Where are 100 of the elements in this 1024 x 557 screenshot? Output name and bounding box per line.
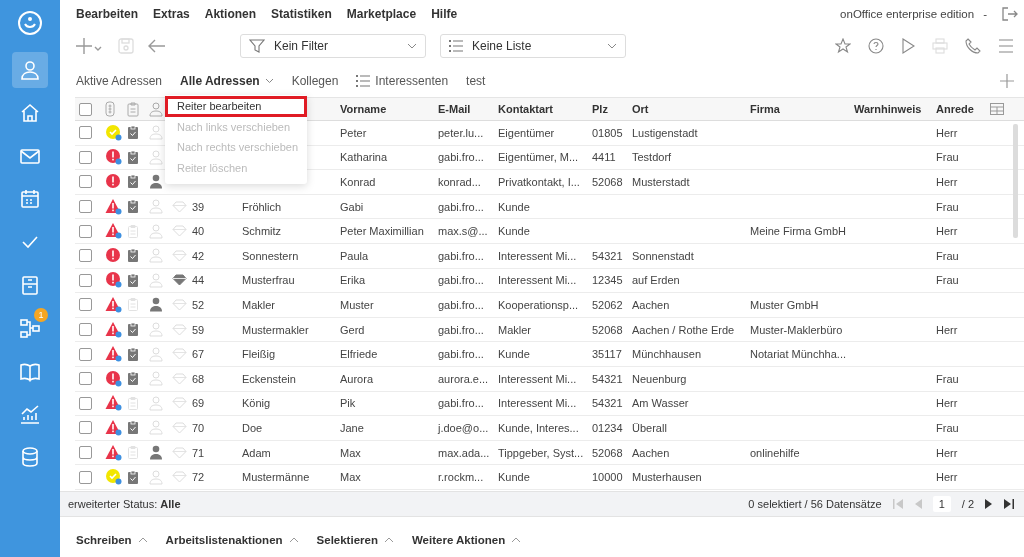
column-header[interactable]: Plz [588, 103, 628, 115]
list-icon [356, 75, 371, 87]
anrede-cell: Frau [936, 421, 959, 434]
menu-icon[interactable] [998, 39, 1014, 53]
notification-badge: 1 [34, 308, 48, 322]
row-checkbox[interactable] [79, 298, 92, 312]
ort-cell: Aachen [632, 446, 670, 459]
phone-icon[interactable] [965, 38, 981, 54]
firma-cell: onlinehilfe [750, 446, 800, 459]
clipboard-icon [127, 101, 139, 117]
row-checkbox[interactable] [79, 323, 92, 337]
ort-cell: Am Wasser [632, 397, 689, 410]
name-cell: Mustermakler [242, 323, 309, 336]
logout-icon[interactable] [1002, 6, 1018, 21]
number-cell: 52 [192, 298, 205, 311]
star-icon[interactable] [835, 38, 851, 54]
row-checkbox[interactable] [79, 175, 92, 189]
e-mail-cell: aurora.e... [438, 372, 489, 385]
back-arrow-icon[interactable] [148, 39, 166, 53]
column-header[interactable]: Anrede [932, 103, 986, 115]
tab[interactable]: Alle Adressen [180, 74, 274, 88]
action-menu-button[interactable]: Arbeitslistenaktionen [165, 534, 299, 546]
e-mail-cell: gabi.fro... [438, 274, 484, 287]
plz-cell: 52068 [592, 176, 623, 188]
anrede-cell: Frau [936, 200, 959, 213]
row-checkbox[interactable] [79, 273, 92, 287]
row-checkbox[interactable] [79, 224, 92, 238]
firma-cell: Meine Firma GmbH [750, 225, 846, 238]
play-icon[interactable] [901, 38, 915, 54]
context-menu-item[interactable]: Reiter bearbeiten [165, 96, 307, 117]
plz-cell: 10000 [592, 471, 623, 484]
column-header[interactable]: Kontaktart [494, 103, 588, 115]
e-mail-cell: j.doe@o... [438, 421, 489, 434]
list-icon [449, 40, 463, 52]
add-icon[interactable] [76, 37, 104, 55]
column-header[interactable]: Firma [746, 103, 850, 115]
menu-item[interactable]: Hilfe [431, 6, 458, 21]
kontaktart-cell: Interessent Mi... [498, 372, 577, 385]
row-checkbox[interactable] [79, 396, 92, 410]
filter-dropdown[interactable]: Kein Filter [240, 34, 426, 58]
e-mail-cell: gabi.fro... [438, 249, 484, 262]
tab[interactable]: test [466, 74, 486, 88]
tab[interactable]: Interessenten [356, 74, 449, 88]
e-mail-cell: gabi.fro... [438, 397, 484, 410]
action-menu-button[interactable]: Schreiben [76, 534, 148, 546]
column-header[interactable]: Ort [628, 103, 746, 115]
row-checkbox[interactable] [79, 126, 92, 140]
previous-page-icon[interactable] [913, 499, 922, 509]
row-checkbox[interactable] [79, 347, 92, 361]
firma-cell: Muster GmbH [750, 298, 819, 311]
menu-item[interactable]: Aktionen [204, 6, 257, 21]
help-icon[interactable] [868, 38, 884, 54]
menu-item[interactable]: Statistiken [271, 6, 332, 21]
row-checkbox[interactable] [79, 200, 92, 214]
column-header[interactable]: Vorname [336, 103, 434, 115]
action-menu-button[interactable]: Weitere Aktionen [411, 534, 522, 546]
menu-item[interactable]: Extras [153, 6, 190, 21]
number-cell: 68 [192, 372, 205, 385]
chevron-up-icon [511, 537, 522, 543]
sidebar-item[interactable] [12, 52, 48, 88]
last-page-icon[interactable] [1004, 499, 1014, 509]
anrede-cell: Herr [936, 397, 958, 410]
action-menu-button[interactable]: Selektieren [316, 534, 394, 546]
columns-icon[interactable] [990, 103, 1004, 115]
row-checkbox[interactable] [79, 470, 92, 484]
logo-icon[interactable] [17, 10, 43, 36]
list-dropdown[interactable]: Keine Liste [440, 34, 626, 58]
kontaktart-cell: Kunde [498, 471, 530, 484]
name-cell: König [242, 397, 271, 410]
calendar-icon [19, 188, 41, 210]
vorname-cell: Paula [340, 249, 369, 262]
page-input[interactable]: 1 [932, 496, 951, 512]
menu-item[interactable]: Marketplace [346, 6, 417, 21]
row-checkbox[interactable] [79, 421, 92, 435]
scrollbar-thumb[interactable] [1013, 124, 1018, 238]
row-checkbox[interactable] [79, 446, 92, 459]
tab[interactable]: Kollegen [291, 74, 339, 88]
row-checkbox[interactable] [79, 249, 92, 263]
kontaktart-cell: Kunde [498, 200, 530, 213]
add-tab-icon[interactable] [1000, 74, 1014, 88]
ort-cell: Aachen / Rothe Erde [632, 323, 735, 336]
number-cell: 69 [192, 397, 205, 410]
next-page-icon[interactable] [985, 499, 993, 509]
row-checkbox[interactable] [79, 372, 92, 386]
first-page-icon[interactable] [892, 499, 903, 509]
tab[interactable]: Aktive Adressen [76, 74, 163, 88]
column-header[interactable]: Warnhinweis [850, 103, 932, 115]
ort-cell: Neuenburg [632, 372, 687, 385]
name-cell: Fröhlich [242, 200, 282, 213]
chevron-down-icon [407, 43, 417, 49]
e-mail-cell: gabi.fro... [438, 348, 484, 361]
vorname-cell: Peter [340, 126, 367, 139]
row-checkbox[interactable] [79, 150, 92, 164]
select-all-checkbox[interactable] [79, 102, 92, 116]
vorname-cell: Jane [340, 421, 364, 434]
column-header[interactable]: E-Mail [434, 103, 494, 115]
chevron-up-icon [383, 537, 394, 543]
plz-cell: 54321 [592, 372, 623, 385]
name-cell: Fleißig [242, 348, 275, 361]
menu-item[interactable]: Bearbeiten [76, 6, 139, 21]
